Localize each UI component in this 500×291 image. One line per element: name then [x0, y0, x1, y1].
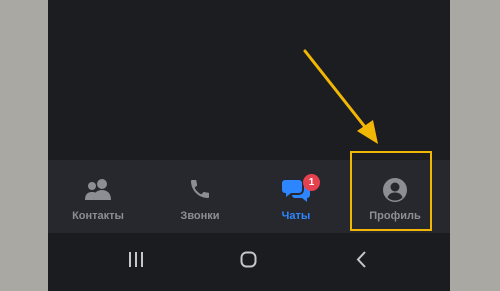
tab-contacts-label: Контакты: [72, 210, 124, 222]
tab-calls[interactable]: Звонки: [152, 160, 248, 233]
tab-chats[interactable]: 1 Чаты: [248, 160, 344, 233]
system-navigation-bar: [48, 233, 450, 291]
unread-badge: 1: [303, 174, 320, 191]
phone-icon: [191, 180, 209, 198]
tab-contacts[interactable]: Контакты: [50, 160, 146, 233]
back-icon[interactable]: [352, 250, 372, 270]
phone-screen: Контакты Звонки 1 Чаты Профиль: [48, 0, 450, 291]
chat-content-area: [48, 0, 450, 160]
home-icon[interactable]: [239, 250, 259, 270]
profile-highlight-box: [350, 151, 432, 231]
contacts-icon: [85, 179, 111, 200]
recents-icon[interactable]: [126, 250, 146, 270]
tab-chats-label: Чаты: [281, 210, 311, 222]
tab-calls-label: Звонки: [180, 210, 220, 222]
